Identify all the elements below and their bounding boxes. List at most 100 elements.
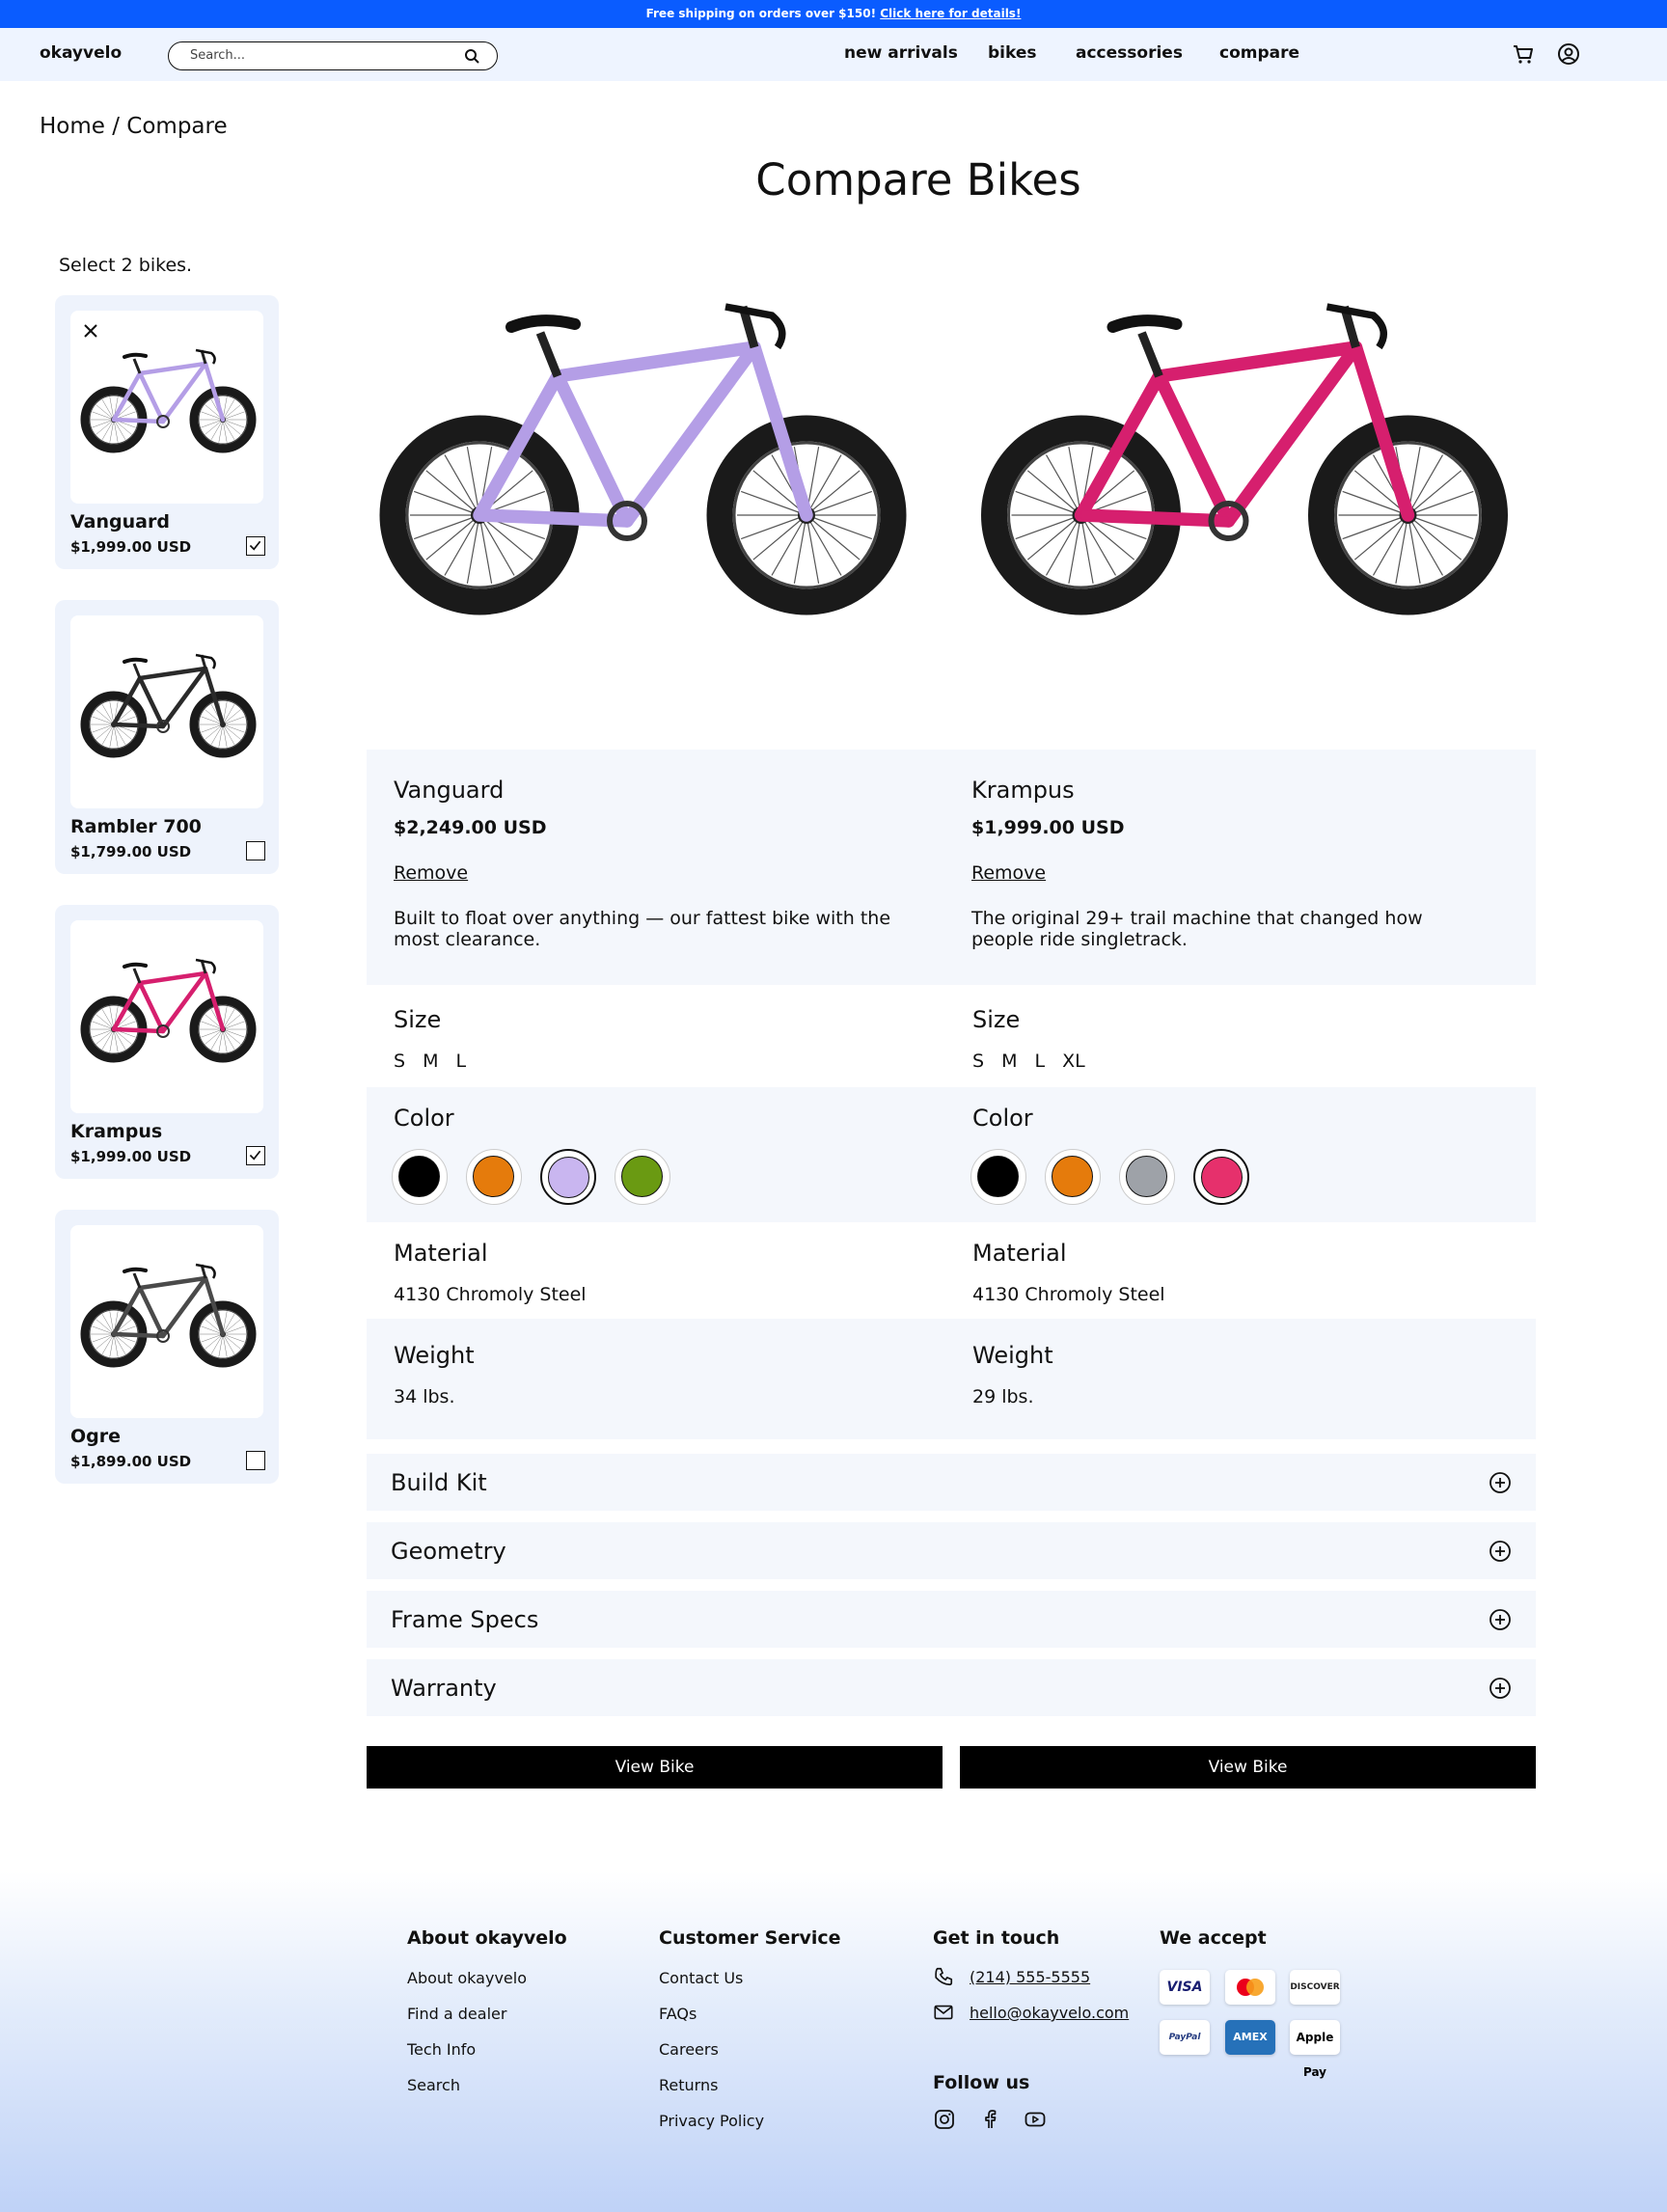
footer-service-heading: Customer Service [659, 1927, 841, 1949]
close-icon[interactable] [82, 322, 99, 340]
bike-card-krampus[interactable]: Krampus $1,999.00 USD [55, 905, 279, 1179]
compare-bike-image-right [981, 303, 1508, 615]
color-swatch-fill [398, 1156, 440, 1197]
size-option[interactable]: S [972, 1051, 984, 1072]
plus-circle-icon[interactable] [1489, 1540, 1512, 1563]
footer-link[interactable]: Search [407, 2076, 460, 2094]
size-option[interactable]: XL [1062, 1051, 1085, 1072]
color-swatch[interactable] [615, 1149, 670, 1205]
phone-link[interactable]: (214) 555-5555 [970, 1968, 1090, 1986]
color-swatch[interactable] [392, 1149, 448, 1205]
site-header: okayvelo new arrivals bikes accessories … [0, 28, 1667, 81]
bike-thumbnail [70, 615, 263, 808]
footer-contact-heading: Get in touch [933, 1927, 1060, 1949]
plus-circle-icon[interactable] [1489, 1608, 1512, 1631]
page-title: Compare Bikes [755, 154, 1081, 205]
color-swatch[interactable] [540, 1149, 596, 1205]
size-option[interactable]: L [455, 1051, 466, 1072]
bike-image [80, 653, 257, 758]
view-bike-button-left[interactable]: View Bike [367, 1746, 943, 1789]
remove-link[interactable]: Remove [394, 862, 468, 884]
bike-card-price: $1,799.00 USD [70, 843, 192, 860]
search-input[interactable] [190, 48, 451, 63]
nav-new-arrivals[interactable]: new arrivals [844, 43, 958, 63]
payment-label: AMEX [1233, 2031, 1268, 2043]
footer-link[interactable]: Careers [659, 2040, 719, 2059]
product-info-row: Vanguard $2,249.00 USD Remove Built to f… [367, 750, 1536, 985]
remove-link[interactable]: Remove [971, 862, 1046, 884]
facebook-icon[interactable] [978, 2108, 1001, 2131]
compare-checkbox[interactable] [246, 536, 265, 556]
nav-compare[interactable]: compare [1219, 43, 1299, 63]
bike-card-rambler-700[interactable]: Rambler 700 $1,799.00 USD [55, 600, 279, 874]
footer-link[interactable]: About okayvelo [407, 1969, 527, 1987]
product-name: Vanguard [394, 777, 505, 804]
accordion-build-kit[interactable]: Build Kit [367, 1454, 1536, 1511]
instagram-icon[interactable] [933, 2108, 956, 2131]
plus-circle-icon[interactable] [1489, 1677, 1512, 1700]
bike-thumbnail [70, 311, 263, 504]
color-swatch[interactable] [466, 1149, 522, 1205]
material-label: Material [394, 1240, 488, 1267]
color-swatch[interactable] [1119, 1149, 1175, 1205]
color-label: Color [972, 1105, 1033, 1132]
footer-link[interactable]: Contact Us [659, 1969, 743, 1987]
payment-label: VISA [1166, 1980, 1203, 1995]
phone-icon [935, 1967, 953, 1986]
footer-link[interactable]: Privacy Policy [659, 2112, 764, 2130]
bike-card-price: $1,899.00 USD [70, 1453, 192, 1470]
payment-label: DISCOVER [1290, 1982, 1340, 1992]
accordion-label: Frame Specs [391, 1606, 539, 1633]
nav-bikes[interactable]: bikes [988, 43, 1037, 63]
select-hint: Select 2 bikes. [59, 255, 193, 276]
size-option[interactable]: M [1001, 1051, 1017, 1072]
color-swatch[interactable] [1193, 1149, 1249, 1205]
size-label: Size [394, 1006, 442, 1033]
breadcrumb[interactable]: Home / Compare [40, 114, 228, 139]
paypal-icon: PayPal [1160, 2020, 1210, 2055]
visa-icon: VISA [1160, 1970, 1210, 2005]
footer-link[interactable]: Find a dealer [407, 2005, 506, 2023]
email-link[interactable]: hello@okayvelo.com [970, 2004, 1129, 2022]
compare-checkbox[interactable] [246, 1451, 265, 1470]
cart-icon[interactable] [1511, 41, 1536, 67]
color-swatch-fill [621, 1156, 663, 1197]
material-label: Material [972, 1240, 1067, 1267]
footer-link[interactable]: Returns [659, 2076, 718, 2094]
compare-checkbox[interactable] [246, 1146, 265, 1165]
checkmark-icon [249, 540, 261, 551]
search-icon[interactable] [464, 48, 479, 64]
size-option[interactable]: M [423, 1051, 438, 1072]
promo-bar: Free shipping on orders over $150! Click… [0, 0, 1667, 28]
nav-accessories[interactable]: accessories [1076, 43, 1183, 63]
youtube-icon[interactable] [1024, 2108, 1047, 2131]
size-option[interactable]: S [394, 1051, 405, 1072]
product-name: Krampus [971, 777, 1075, 804]
account-icon[interactable] [1556, 41, 1581, 67]
size-option[interactable]: L [1034, 1051, 1045, 1072]
accordion-warranty[interactable]: Warranty [367, 1659, 1536, 1716]
accordion-frame-specs[interactable]: Frame Specs [367, 1591, 1536, 1648]
promo-link[interactable]: Click here for details! [880, 7, 1021, 20]
compare-bike-image-left [379, 303, 907, 615]
accordion-geometry[interactable]: Geometry [367, 1522, 1536, 1579]
bike-thumbnail [70, 1225, 263, 1418]
bike-image [80, 958, 257, 1063]
view-bike-button-right[interactable]: View Bike [960, 1746, 1536, 1789]
footer-link[interactable]: FAQs [659, 2005, 697, 2023]
bike-card-name: Vanguard [70, 511, 170, 533]
brand-logo[interactable]: okayvelo [40, 43, 122, 63]
color-swatch[interactable] [1045, 1149, 1101, 1205]
footer-link[interactable]: Tech Info [407, 2040, 476, 2059]
color-row: Color Color [367, 1087, 1536, 1222]
bike-card-name: Rambler 700 [70, 816, 202, 837]
site-footer [0, 1871, 1667, 2212]
material-value: 4130 Chromoly Steel [394, 1284, 587, 1305]
material-row: Material 4130 Chromoly Steel Material 41… [367, 1222, 1536, 1319]
compare-checkbox[interactable] [246, 841, 265, 860]
color-swatch[interactable] [970, 1149, 1026, 1205]
bike-card-vanguard[interactable]: Vanguard $1,999.00 USD [55, 295, 279, 569]
bike-card-ogre[interactable]: Ogre $1,899.00 USD [55, 1210, 279, 1484]
plus-circle-icon[interactable] [1489, 1471, 1512, 1494]
footer-payments-heading: We accept [1160, 1927, 1267, 1949]
